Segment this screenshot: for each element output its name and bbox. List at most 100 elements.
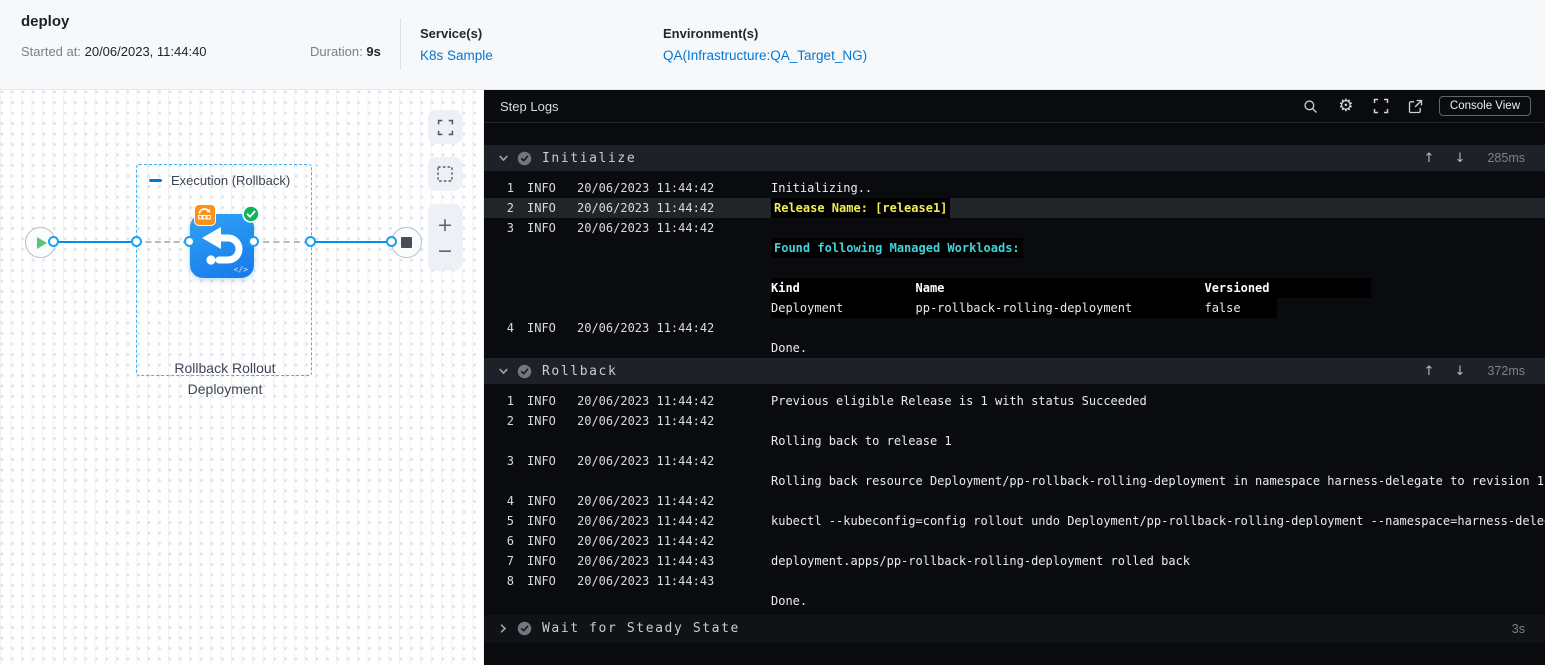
log-line[interactable]: 1 INFO 20/06/2023 11:44:42 Initializing.. — [484, 178, 1545, 198]
log-line[interactable]: 2 INFO 20/06/2023 11:44:42 Release Name: [r… — [484, 198, 1545, 218]
section-duration: 3s — [1511, 621, 1525, 636]
log-timestamp: 20/06/2023 11:44:42 — [577, 514, 715, 528]
log-line[interactable]: 3 INFO 20/06/2023 11:44:42 — [484, 218, 1545, 238]
log-line[interactable]: 4 INFO 20/06/2023 11:44:42 — [484, 491, 1545, 511]
section-duration: 285ms — [1487, 151, 1525, 165]
gear-icon: ⚙ — [1338, 95, 1354, 116]
success-check-icon — [242, 205, 260, 228]
port — [305, 236, 316, 247]
started-at-label: Started at: — [21, 44, 81, 59]
log-timestamp: 20/06/2023 11:44:42 — [577, 221, 715, 235]
play-icon — [37, 236, 47, 249]
pipeline-canvas[interactable]: Execution (Rollback) </> Rollback Rollou… — [0, 90, 484, 665]
line-number: 4 — [506, 494, 514, 508]
log-search-button[interactable] — [1298, 93, 1324, 119]
log-timestamp: 20/06/2023 11:44:42 — [577, 454, 715, 468]
line-number: 4 — [506, 321, 514, 335]
port — [248, 236, 259, 247]
log-settings-button[interactable]: ⚙ — [1333, 93, 1359, 119]
log-section-header-rollback[interactable]: Rollback ↑ ↓ 372ms — [484, 358, 1545, 384]
log-fullscreen-button[interactable] — [1368, 93, 1394, 119]
log-section-title: Initialize — [542, 150, 637, 166]
log-line[interactable]: Done. — [484, 338, 1545, 358]
services-label: Service(s) — [420, 26, 483, 41]
log-line[interactable]: Rolling back to release 1 — [484, 431, 1545, 451]
chevron-down-icon[interactable] — [492, 366, 514, 377]
scroll-to-bottom-icon[interactable]: ↓ — [1449, 364, 1471, 379]
edge-group-to-end — [310, 241, 391, 243]
log-level: INFO — [527, 221, 556, 235]
log-line[interactable] — [484, 258, 1545, 278]
collapse-icon[interactable] — [149, 179, 162, 182]
environment-link[interactable]: QA(Infrastructure:QA_Target_NG) — [663, 48, 867, 63]
zoom-in-icon[interactable]: + — [437, 212, 453, 238]
port — [386, 236, 397, 247]
code-glyph: </> — [233, 265, 248, 274]
section-duration: 372ms — [1487, 364, 1525, 378]
log-message: deployment.apps/pp-rollback-rolling-depl… — [771, 554, 1191, 568]
started-at-value: 20/06/2023, 11:44:40 — [84, 44, 207, 59]
marquee-select-icon — [437, 166, 453, 182]
started-at: Started at: 20/06/2023, 11:44:40 — [21, 44, 207, 59]
scroll-to-bottom-icon[interactable]: ↓ — [1449, 151, 1471, 166]
log-line[interactable]: 8 INFO 20/06/2023 11:44:43 — [484, 571, 1545, 591]
line-number: 2 — [506, 201, 514, 215]
canvas-zoom-control[interactable]: + − — [428, 204, 462, 271]
search-icon — [1304, 99, 1318, 113]
duration: Duration: 9s — [310, 44, 381, 59]
success-check-icon — [517, 621, 532, 636]
duration-value: 9s — [366, 44, 381, 59]
canvas-controls: + − — [428, 110, 462, 271]
line-number: 1 — [506, 181, 514, 195]
step-label: Rollback Rollout Deployment — [174, 360, 276, 397]
chevron-right-icon[interactable] — [492, 623, 514, 634]
zoom-out-icon[interactable]: − — [437, 238, 453, 264]
log-section-header-initialize[interactable]: Initialize ↑ ↓ 285ms — [484, 145, 1545, 171]
log-level: INFO — [527, 321, 556, 335]
log-line[interactable]: Deployment pp-rollback-rolling-deploymen… — [484, 298, 1545, 318]
log-line[interactable]: 5 INFO 20/06/2023 11:44:42 kubectl --kubeco… — [484, 511, 1545, 531]
scroll-to-top-icon[interactable]: ↑ — [1418, 151, 1440, 166]
service-link[interactable]: K8s Sample — [420, 48, 493, 63]
log-timestamp: 20/06/2023 11:44:43 — [577, 554, 715, 568]
log-line[interactable]: 4 INFO 20/06/2023 11:44:42 — [484, 318, 1545, 338]
log-level: INFO — [527, 394, 556, 408]
log-message: Kind Name Versioned — [771, 278, 1371, 298]
log-message: Done. — [771, 341, 808, 355]
log-timestamp: 20/06/2023 11:44:42 — [577, 394, 715, 408]
log-panel-title: Step Logs — [500, 98, 559, 114]
log-message: Deployment pp-rollback-rolling-deploymen… — [771, 298, 1277, 318]
fullscreen-icon — [1373, 98, 1389, 114]
log-section-header-wait-for-steady-state[interactable]: Wait for Steady State 3s — [484, 615, 1545, 642]
log-line[interactable]: 2 INFO 20/06/2023 11:44:42 — [484, 411, 1545, 431]
log-line[interactable]: 6 INFO 20/06/2023 11:44:42 — [484, 531, 1545, 551]
log-open-in-new-button[interactable] — [1403, 93, 1429, 119]
success-check-icon — [517, 151, 532, 166]
duration-label: Duration: — [310, 44, 363, 59]
line-number: 7 — [506, 554, 514, 568]
chevron-down-icon[interactable] — [492, 153, 514, 164]
log-line[interactable]: 1 INFO 20/06/2023 11:44:42 Previous eligibl… — [484, 391, 1545, 411]
console-view-button[interactable]: Console View — [1438, 96, 1531, 116]
canvas-select-button[interactable] — [428, 157, 462, 191]
execution-group-label: Execution (Rollback) — [171, 173, 291, 188]
log-section-title: Rollback — [542, 363, 618, 379]
log-line[interactable]: Done. — [484, 591, 1545, 611]
environments-column: Environment(s) QA(Infrastructure:QA_Targ… — [663, 26, 867, 63]
log-line[interactable]: Kind Name Versioned — [484, 278, 1545, 298]
scroll-to-top-icon[interactable]: ↑ — [1418, 364, 1440, 379]
log-line[interactable]: Rolling back resource Deployment/pp-roll… — [484, 471, 1545, 491]
line-number: 6 — [506, 534, 514, 548]
log-line[interactable]: 3 INFO 20/06/2023 11:44:42 — [484, 451, 1545, 471]
success-check-icon — [517, 364, 532, 379]
log-line[interactable]: Found following Managed Workloads: — [484, 238, 1545, 258]
canvas-fit-view-button[interactable] — [428, 110, 462, 144]
log-message: Found following Managed Workloads: — [771, 238, 1023, 258]
log-level: INFO — [527, 181, 556, 195]
log-message: Initializing.. — [771, 181, 873, 195]
port — [131, 236, 142, 247]
rollback-step-node[interactable]: </> — [190, 204, 260, 278]
log-line[interactable]: 7 INFO 20/06/2023 11:44:43 deployment.apps/… — [484, 551, 1545, 571]
edge-start-to-group — [53, 241, 136, 243]
log-scroll-area[interactable]: Initialize ↑ ↓ 285ms 1 INFO 20/06/2023 11:44:4… — [484, 123, 1545, 642]
